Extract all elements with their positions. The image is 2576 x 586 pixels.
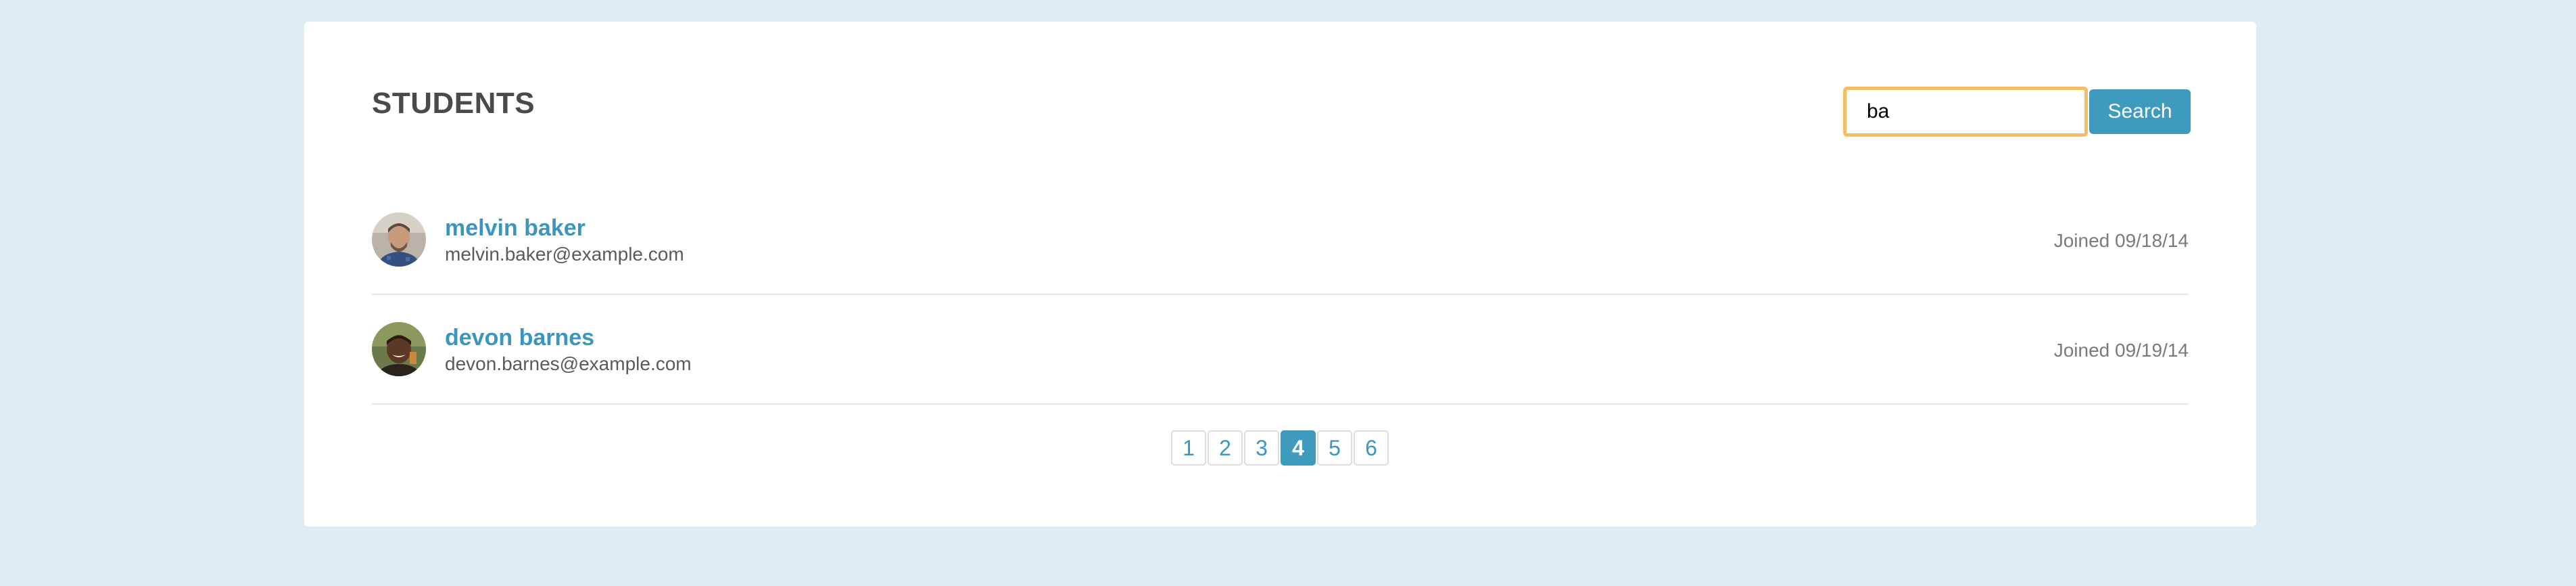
student-name-link[interactable]: devon barnes [445,325,594,351]
page-link-5[interactable]: 5 [1317,430,1352,466]
joined-date: Joined 09/18/14 [2053,230,2189,251]
student-email: devon.barnes@example.com [445,353,692,374]
page-link-3[interactable]: 3 [1244,430,1279,466]
avatar-photo-icon [372,212,426,267]
page-link-6[interactable]: 6 [1354,430,1389,466]
student-list: melvin baker melvin.baker@example.com Jo… [372,185,2189,405]
page-link-1[interactable]: 1 [1171,430,1206,466]
page-link-4-current[interactable]: 4 [1281,430,1316,466]
search-form: Search [1843,87,2191,137]
student-name-link[interactable]: melvin baker [445,215,586,242]
avatar[interactable] [372,322,426,376]
students-card: STUDENTS Search melvin baker melvin.bake… [304,22,2256,526]
avatar[interactable] [372,212,426,267]
search-input[interactable] [1843,87,2088,137]
pagination: 1 2 3 4 5 6 [1171,430,1390,466]
joined-date: Joined 09/19/14 [2053,340,2189,361]
student-row: melvin baker melvin.baker@example.com Jo… [372,185,2189,295]
page-link-2[interactable]: 2 [1208,430,1243,466]
avatar-photo-icon [372,322,426,376]
student-email: melvin.baker@example.com [445,244,684,265]
search-button[interactable]: Search [2089,89,2191,134]
student-row: devon barnes devon.barnes@example.com Jo… [372,295,2189,405]
page-title: STUDENTS [372,87,535,120]
